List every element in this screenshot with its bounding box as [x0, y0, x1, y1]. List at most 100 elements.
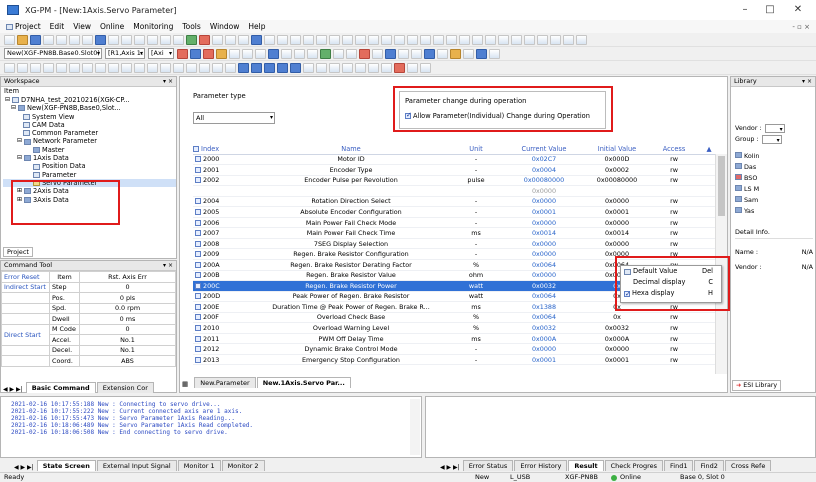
plc-type-combo[interactable]: New(XGF-PN8B.Base0.Slot0) ▾ — [4, 48, 102, 59]
edit-tool-19[interactable] — [238, 62, 249, 73]
row-checkbox[interactable] — [195, 240, 201, 247]
library-item[interactable]: Yas — [735, 206, 815, 217]
menu-help[interactable]: Help — [248, 22, 265, 31]
online-tool-4[interactable] — [281, 48, 292, 59]
col-index[interactable]: Index — [193, 144, 257, 155]
param-current-value[interactable]: 0x0000 — [507, 185, 581, 197]
indirect-start-button[interactable]: Indirect Start — [1, 281, 50, 293]
row-checkbox[interactable] — [195, 325, 201, 332]
online-tool-19[interactable] — [476, 48, 487, 59]
paste-icon[interactable] — [82, 34, 93, 45]
param-current-value[interactable]: 0x000A — [507, 333, 581, 345]
parameter-row[interactable]: 200F Overload Check Base% 0x0064 0x rw — [193, 312, 723, 324]
row-checkbox[interactable] — [195, 282, 201, 289]
open-icon[interactable] — [17, 34, 28, 45]
online-tool-15[interactable] — [424, 48, 435, 59]
collapse-icon[interactable]: ⊟ — [17, 154, 22, 162]
tree-module[interactable]: ⊟ New(XGF-PN8B,Base0,Slot... — [3, 104, 176, 112]
param-current-value[interactable]: 0x0000 — [507, 248, 581, 260]
row-checkbox[interactable] — [195, 230, 201, 237]
servo-off-icon[interactable] — [190, 48, 201, 59]
edit-tool-15[interactable] — [186, 62, 197, 73]
tab-check-progress[interactable]: Check Progres — [604, 460, 664, 471]
online-tool-1[interactable] — [242, 48, 253, 59]
tool-icon-20[interactable] — [511, 34, 522, 45]
tab-external-input[interactable]: External Input Signal — [96, 460, 177, 471]
print-icon[interactable] — [43, 34, 54, 45]
tool-icon-1[interactable] — [264, 34, 275, 45]
cmd-row-value[interactable]: No.1 — [79, 344, 176, 356]
online-tool-16[interactable] — [437, 48, 448, 59]
axis-combo[interactable]: [Axi ▾ — [148, 48, 174, 59]
parameter-row[interactable]: 2013 Emergency Stop Configuration -0x0001 0… — [193, 354, 723, 366]
parameter-row[interactable]: 2012 Dynamic Brake Control Mode -0x0000 0x0… — [193, 343, 723, 355]
tree-project[interactable]: ⊟ D7NHA_test_20210216(XGK-CP... — [3, 96, 176, 104]
tool-icon-10[interactable] — [381, 34, 392, 45]
tree-network-parameter[interactable]: ⊟ Network Parameter — [3, 137, 176, 145]
pin-icon[interactable]: ▾ × — [802, 77, 812, 86]
emergency-stop-icon[interactable] — [203, 48, 214, 59]
tool-icon-7[interactable] — [342, 34, 353, 45]
edit-tool-4[interactable] — [43, 62, 54, 73]
online-tool-18[interactable] — [463, 48, 474, 59]
online-tool-13[interactable] — [398, 48, 409, 59]
tool-icon-18[interactable] — [485, 34, 496, 45]
tool-icon-17[interactable] — [472, 34, 483, 45]
edit-tool-8[interactable] — [95, 62, 106, 73]
edit-tool-16[interactable] — [199, 62, 210, 73]
parameter-row[interactable]: 0x0000 — [193, 185, 723, 197]
parameter-type-select[interactable]: All ▾ — [193, 112, 275, 124]
group-select[interactable]: ▾ — [761, 134, 782, 144]
tab-cross-reference[interactable]: Cross Refe — [724, 460, 772, 471]
param-current-value[interactable]: 0x1388 — [507, 301, 581, 313]
tool-icon-2[interactable] — [277, 34, 288, 45]
tab-state-screen[interactable]: State Screen — [36, 460, 96, 471]
edit-tool-18[interactable] — [225, 62, 236, 73]
new-icon[interactable] — [4, 34, 15, 45]
zoom-out-icon[interactable] — [173, 34, 184, 45]
menu-window[interactable]: Window — [210, 22, 240, 31]
axis-select-combo[interactable]: [R1,Axis 1: ▾ — [105, 48, 145, 59]
param-current-value[interactable]: 0x0000 — [507, 343, 581, 355]
param-current-value[interactable]: 0x00080000 — [507, 175, 581, 187]
tool-icon-12[interactable] — [407, 34, 418, 45]
tree-cam-data[interactable]: CAM Data — [3, 121, 176, 129]
tool-icon-9[interactable] — [368, 34, 379, 45]
cmd-row-value[interactable]: ABS — [79, 355, 176, 367]
tool-icon-6[interactable] — [329, 34, 340, 45]
online-tool-17[interactable] — [450, 48, 461, 59]
row-checkbox[interactable] — [195, 293, 201, 300]
parameter-row[interactable]: 2001 Encoder Type -0x0004 0x0002 rw — [193, 164, 723, 176]
direct-start-button[interactable]: Direct Start — [1, 323, 50, 346]
param-current-value[interactable]: 0x0000 — [507, 196, 581, 208]
maximize-button[interactable]: □ — [759, 3, 781, 17]
online-tool-10[interactable] — [359, 48, 370, 59]
tool-icon-5[interactable] — [316, 34, 327, 45]
param-current-value[interactable]: 0x0001 — [507, 206, 581, 218]
param-current-value[interactable]: 0x0064 — [507, 259, 581, 271]
online-tool-9[interactable] — [346, 48, 357, 59]
col-unit[interactable]: Unit — [445, 144, 507, 155]
tab-scroll-icons[interactable]: ◀ ▶ ▶| — [440, 464, 460, 471]
row-checkbox[interactable] — [195, 156, 201, 163]
tab-error-status[interactable]: Error Status — [462, 460, 514, 471]
tab-esi-library[interactable]: ➜ ESI Library — [732, 380, 782, 391]
tab-project[interactable]: Project — [3, 247, 33, 257]
library-item[interactable]: Das — [735, 162, 815, 173]
col-name[interactable]: Name — [257, 144, 445, 155]
parameter-row[interactable]: 2010 Overload Warning Level% 0x0032 0x0032 r… — [193, 322, 723, 334]
online-tool-6[interactable] — [307, 48, 318, 59]
edit-tool-13[interactable] — [160, 62, 171, 73]
edit-tool-12[interactable] — [147, 62, 158, 73]
close-button[interactable]: ✕ — [787, 3, 809, 17]
tool-icon-11[interactable] — [394, 34, 405, 45]
select-all-checkbox[interactable] — [193, 145, 199, 152]
tree-1axis-data[interactable]: ⊟ 1Axis Data — [3, 154, 176, 162]
online-tool-2[interactable] — [255, 48, 266, 59]
online-tool-12[interactable] — [385, 48, 396, 59]
edit-tool-17[interactable] — [212, 62, 223, 73]
collapse-icon[interactable]: ⊟ — [11, 104, 16, 112]
tool-icon-8[interactable] — [355, 34, 366, 45]
tool-icon-21[interactable] — [524, 34, 535, 45]
tab-result[interactable]: Result — [568, 460, 604, 471]
